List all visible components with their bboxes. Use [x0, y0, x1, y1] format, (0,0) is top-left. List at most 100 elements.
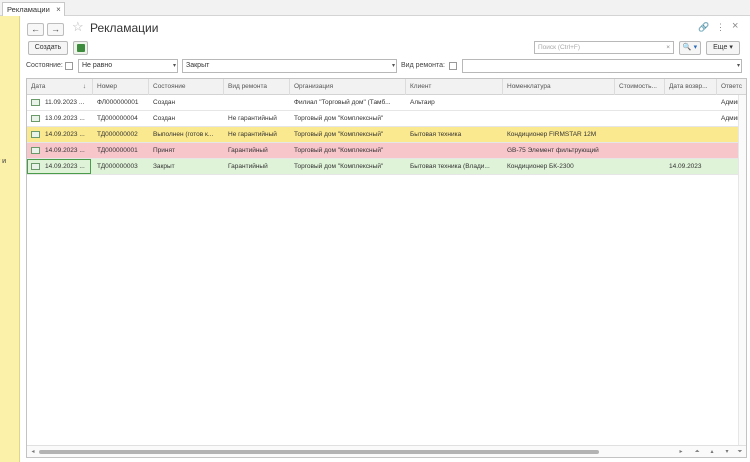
repair-filter-label: Вид ремонта: — [401, 62, 445, 69]
document-icon — [31, 99, 40, 106]
page-title: Рекламации — [90, 21, 159, 35]
table-row[interactable]: 14.09.2023 ... ТД000000003 Закрыт Гарантийн… — [27, 159, 746, 175]
column-date-label: Дата — [31, 83, 46, 90]
table-header: Дата ↓ Номер Состояние Вид ремонта Орган… — [27, 79, 746, 95]
scrollbar-thumb[interactable] — [39, 450, 599, 454]
create-button[interactable]: Создать — [28, 41, 68, 55]
cell-client — [406, 111, 503, 126]
cell-state: Выполнен (готов к... — [153, 131, 214, 138]
forward-button[interactable]: → — [47, 23, 64, 36]
state-value-text: Закрыт — [186, 62, 210, 69]
search-input[interactable]: Поиск (Ctrl+F) × — [534, 41, 674, 54]
selected-cell-frame — [27, 159, 91, 174]
cell-number: ТД000000002 — [97, 131, 138, 138]
cell-client: Альтаир — [410, 99, 435, 106]
search-button[interactable]: 🔍 ▾ — [679, 41, 701, 55]
table-row[interactable]: 11.09.2023 ... ФЛ000000001 Создан Филиал "Т… — [27, 95, 746, 111]
column-return-date[interactable]: Дата возвр... — [665, 79, 717, 95]
cell-client — [406, 143, 503, 158]
chevron-down-icon: ▾ — [172, 63, 176, 69]
column-responsible[interactable]: Ответс — [717, 79, 746, 95]
cell-return: 14.09.2023 — [669, 163, 702, 170]
cell-repair — [224, 95, 290, 110]
save-to-excel-button[interactable] — [73, 41, 88, 55]
column-number[interactable]: Номер — [93, 79, 149, 95]
state-filter-label: Состояние: — [26, 62, 63, 69]
cell-return — [665, 111, 717, 126]
column-state[interactable]: Состояние — [149, 79, 224, 95]
cell-cost — [615, 143, 665, 158]
cell-item: Кондиционер FIRMSTAR 12M — [507, 131, 597, 138]
cell-cost — [615, 159, 665, 174]
cell-org: Торговый дом "Комплексный" — [294, 163, 384, 170]
cell-number: ТД000000003 — [97, 163, 138, 170]
document-icon — [31, 115, 40, 122]
column-repair[interactable]: Вид ремонта — [224, 79, 290, 95]
table-row[interactable]: 13.09.2023 ... ТД000000004 Создан Не гарант… — [27, 111, 746, 127]
state-value-select[interactable]: Закрыт ▾ — [182, 59, 397, 73]
cell-client: Бытовая техника (Влади... — [410, 163, 490, 170]
scroll-right-icon[interactable]: ▸ — [675, 447, 687, 457]
reclamations-table: Дата ↓ Номер Состояние Вид ремонта Орган… — [26, 78, 747, 458]
repair-value-select[interactable]: ▾ — [462, 59, 742, 73]
tab-reclamations[interactable]: Рекламации × — [2, 2, 65, 16]
cell-return — [665, 127, 717, 142]
cell-number: ФЛ000000001 — [97, 99, 139, 106]
cell-client: Бытовая техника — [410, 131, 462, 138]
link-icon[interactable]: 🔗 — [698, 22, 709, 33]
tab-label: Рекламации — [7, 5, 50, 14]
chevron-down-icon: ▾ — [391, 63, 395, 69]
vertical-scrollbar[interactable] — [738, 95, 746, 447]
tab-close-icon[interactable]: × — [56, 3, 61, 16]
table-row[interactable]: 14.09.2023 ... ТД000000002 Выполнен (готов… — [27, 127, 746, 143]
document-icon — [31, 131, 40, 138]
table-row[interactable]: 14.09.2023 ... ТД000000001 Принят Гарантийн… — [27, 143, 746, 159]
cell-repair: Не гарантийный — [228, 115, 277, 122]
left-panel: т и — [0, 16, 20, 462]
cell-item: GB-75 Элемент фильтрующий — [507, 147, 599, 154]
cell-org: Торговый дом "Комплексный" — [294, 115, 384, 122]
repair-filter-checkbox[interactable] — [449, 62, 457, 70]
cell-return — [665, 143, 717, 158]
column-date[interactable]: Дата ↓ — [27, 79, 93, 95]
scroll-up-icon[interactable]: ▴ — [706, 447, 718, 457]
back-button[interactable]: ← — [27, 23, 44, 36]
horizontal-scrollbar[interactable]: ◂ ▸ ⏶ ▴ ▾ ⏷ — [27, 445, 746, 457]
left-panel-text: т и — [0, 158, 7, 165]
close-icon[interactable]: × — [732, 20, 738, 32]
column-item[interactable]: Номенклатура — [503, 79, 615, 95]
column-client[interactable]: Клиент — [406, 79, 503, 95]
cell-item — [503, 111, 615, 126]
search-clear-icon[interactable]: × — [666, 42, 670, 53]
scroll-bottom-icon[interactable]: ⏷ — [734, 447, 746, 457]
column-cost[interactable]: Стоимость... — [615, 79, 665, 95]
scroll-left-icon[interactable]: ◂ — [27, 447, 39, 457]
cell-number: ТД000000004 — [97, 115, 138, 122]
cell-state: Создан — [153, 115, 176, 122]
document-icon — [31, 147, 40, 154]
search-placeholder: Поиск (Ctrl+F) — [538, 44, 581, 51]
main-form: ← → ☆ Рекламации 🔗 ⋮ × Создать Поиск (Ct… — [20, 16, 750, 462]
cell-org: Торговый дом "Комплексный" — [294, 131, 384, 138]
chevron-down-icon: ▾ — [736, 63, 740, 69]
state-condition-value: Не равно — [82, 62, 113, 69]
sort-down-icon: ↓ — [82, 83, 86, 90]
cell-number: ТД000000001 — [97, 147, 138, 154]
cell-return — [665, 95, 717, 110]
scroll-down-icon[interactable]: ▾ — [721, 447, 733, 457]
cell-state: Принят — [153, 147, 176, 154]
cell-cost — [615, 127, 665, 142]
cell-item — [503, 95, 615, 110]
cell-org: Торговый дом "Комплексный" — [294, 147, 384, 154]
scroll-top-icon[interactable]: ⏶ — [691, 447, 703, 457]
menu-icon[interactable]: ⋮ — [716, 22, 725, 33]
column-organization[interactable]: Организация — [290, 79, 406, 95]
favorite-star-icon[interactable]: ☆ — [72, 19, 84, 35]
cell-repair: Гарантийный — [228, 163, 268, 170]
more-button[interactable]: Еще ▾ — [706, 41, 740, 55]
cell-state: Создан — [153, 99, 176, 106]
cell-item: Кондиционер БК-2300 — [507, 163, 574, 170]
state-filter-checkbox[interactable] — [65, 62, 73, 70]
state-condition-select[interactable]: Не равно ▾ — [78, 59, 178, 73]
tab-bar: Рекламации × — [0, 0, 750, 16]
